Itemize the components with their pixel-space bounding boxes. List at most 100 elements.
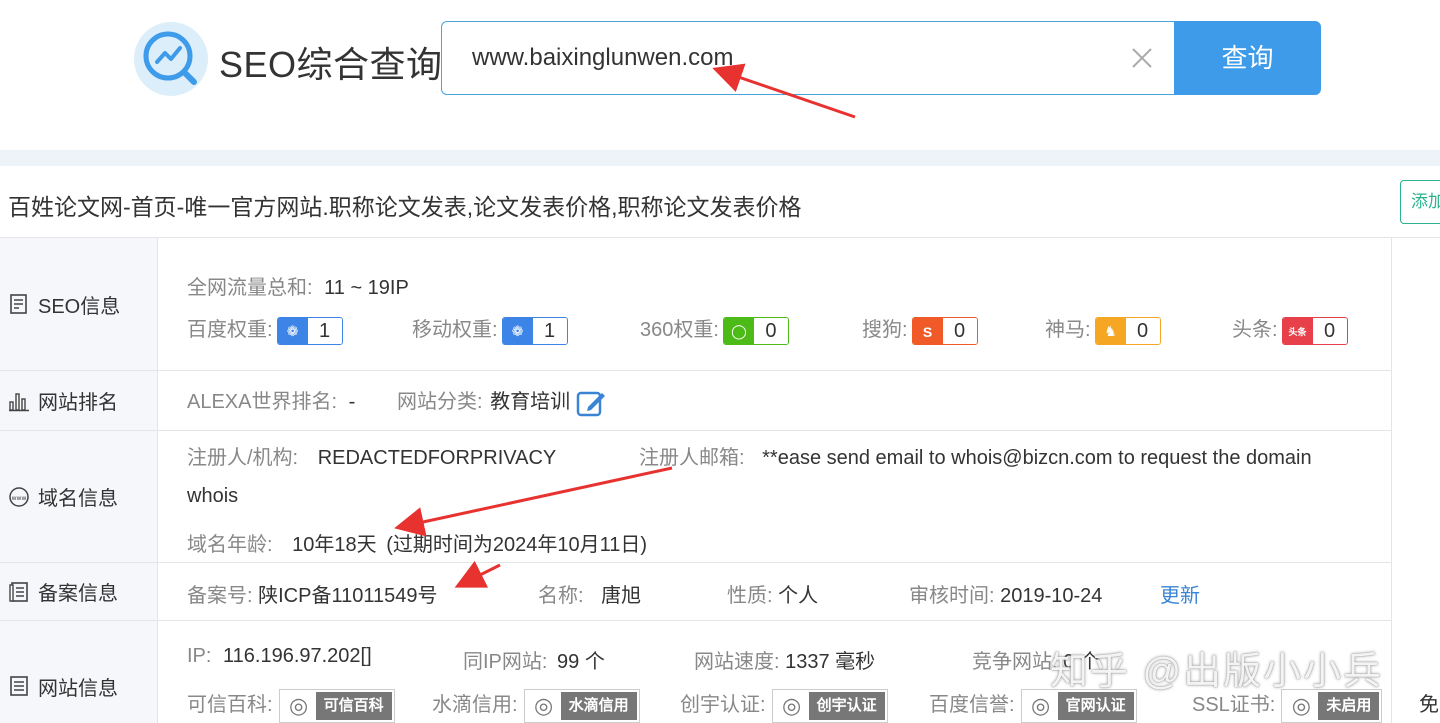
paw-icon: ❁ — [277, 317, 308, 344]
same-ip-value: 99 个 — [557, 651, 605, 673]
cert-icon: ◎ — [533, 692, 554, 718]
头条-icon: 头条 — [1282, 317, 1313, 344]
seo-info-text: SEO信息 — [38, 295, 121, 318]
edit-icon[interactable] — [576, 389, 606, 417]
weight-item: 移动权重: ❁ 1 — [412, 313, 568, 345]
expire-value: (过期时间为2024年10月11日) — [386, 534, 648, 556]
weight-item: 360权重: ◯ 0 — [640, 313, 789, 345]
update-link[interactable]: 更新 — [1160, 579, 1200, 608]
icp-name: 名称: 唐旭 — [538, 579, 641, 608]
site-speed: 网站速度: 1337 毫秒 — [694, 645, 875, 674]
icp-number-value: 陕ICP备11011549号 — [258, 585, 438, 607]
weight-label: 百度权重: — [187, 319, 273, 341]
rank-text: 网站排名 — [38, 392, 118, 414]
weight-label: 移动权重: — [412, 319, 498, 341]
seo-info-row: SEO信息 全网流量总和: 11 ~ 19IP 百度权重: ❁ 1 移动权重: ❁ 1 36… — [0, 238, 1392, 371]
divider — [0, 150, 1440, 166]
watermark: 知乎 @出版小小兵 — [1050, 651, 1384, 693]
seo-logo-icon — [134, 22, 208, 96]
weight-badge[interactable]: ♞ 0 — [1094, 316, 1161, 345]
cert-label: 水滴信用: — [432, 694, 518, 716]
registrant-email: 注册人邮箱: **ease send email to whois@bizcn.… — [639, 441, 1312, 470]
brand-title: SEO综合查询 — [219, 44, 443, 85]
site-title-row: 百姓论文网-首页-唯一官方网站.职称论文发表,论文发表价格,职称论文发表价格 — [0, 166, 1440, 238]
weight-label: 360权重: — [640, 319, 719, 341]
icp-review-label: 审核时间: — [909, 585, 995, 607]
search-input[interactable]: www.baixinglunwen.com — [441, 21, 1175, 95]
weight-value: 0 — [1312, 317, 1347, 344]
weight-value: 0 — [753, 317, 788, 344]
weight-item: 百度权重: ❁ 1 — [187, 313, 343, 345]
icp-nature-label: 性质: — [727, 585, 773, 607]
weight-badge[interactable]: ❁ 1 — [276, 316, 343, 345]
ip-value: 116.196.97.202[] — [223, 645, 372, 667]
cert-badge[interactable]: ◎ 可信百科 — [278, 688, 395, 723]
cert-badge[interactable]: ◎ 创宇认证 — [771, 688, 888, 723]
web-info-text: 网站信息 — [38, 677, 118, 700]
bar-chart-icon — [9, 392, 29, 411]
traffic-label: 全网流量总和: — [187, 277, 313, 299]
svg-text:www: www — [12, 495, 27, 502]
cert-icon: ◎ — [288, 692, 309, 718]
search-button[interactable]: 查询 — [1174, 21, 1321, 95]
domain-age: 域名年龄: 10年18天 (过期时间为2024年10月11日) — [187, 528, 647, 557]
weight-label: 神马: — [1045, 319, 1091, 341]
icp-nature: 性质: 个人 — [727, 579, 818, 608]
weight-label: 搜狗: — [862, 319, 908, 341]
ip-label: IP: — [187, 645, 212, 667]
domain-text: 域名信息 — [38, 488, 118, 510]
weight-badge[interactable]: ❁ 1 — [501, 316, 568, 345]
cert-trailing-text: 免 — [1419, 694, 1439, 716]
cert-icon: ◎ — [1291, 692, 1311, 718]
cert-tag: 水滴信用 — [560, 691, 637, 720]
category-value: 教育培训 — [490, 391, 571, 413]
alexa-rank: ALEXA世界排名: - — [187, 385, 355, 414]
email-value: **ease send email to whois@bizcn.com to … — [762, 447, 1312, 469]
close-icon[interactable] — [1131, 47, 1153, 69]
weight-item: 头条: 头条 0 — [1232, 313, 1348, 345]
cert-icon: ◎ — [1030, 692, 1051, 718]
registrant-label: 注册人/机构: — [187, 447, 299, 469]
weight-badge[interactable]: ◯ 0 — [722, 316, 789, 345]
age-label: 域名年龄: — [187, 534, 273, 556]
weight-badge[interactable]: S0 — [911, 316, 978, 345]
icp-number-label: 备案号: — [187, 585, 253, 607]
site-title: 百姓论文网-首页-唯一官方网站.职称论文发表,论文发表价格,职称论文发表价格 — [8, 194, 802, 220]
icp-review-value: 2019-10-24 — [1000, 585, 1103, 607]
speed-value: 1337 毫秒 — [785, 651, 876, 673]
document-icon — [10, 294, 27, 314]
cert-label: 百度信誉: — [929, 694, 1015, 716]
domain-label: www 域名信息 — [0, 431, 158, 562]
weight-value: 0 — [1125, 317, 1160, 344]
horse-icon: ♞ — [1095, 317, 1126, 344]
globe-icon: www — [9, 486, 29, 507]
paw-icon: ❁ — [502, 317, 533, 344]
file-list-icon — [9, 581, 28, 602]
icp-label: 备案信息 — [0, 563, 158, 620]
cert-tag: 官网认证 — [1057, 691, 1134, 720]
icp-number: 备案号: 陕ICP备11011549号 — [187, 579, 437, 608]
cert-item: 可信百科: ◎ 可信百科 — [187, 688, 395, 723]
weight-item: 搜狗: S 0 — [862, 313, 978, 345]
cert-label: 可信百科: — [187, 694, 273, 716]
email-value-wrap: whois — [187, 485, 239, 507]
360-icon: ◯ — [723, 317, 754, 344]
cert-item: 创宇认证: ◎ 创宇认证 — [680, 688, 888, 723]
divider — [1391, 238, 1392, 723]
weight-badge[interactable]: 头条 0 — [1281, 316, 1348, 345]
add-button[interactable]: 添加 — [1400, 180, 1440, 224]
weight-label: 头条: — [1232, 319, 1278, 341]
search-input-value[interactable]: www.baixinglunwen.com — [472, 44, 733, 72]
domain-row: www 域名信息 注册人/机构: REDACTEDFORPRIVACY 注册人邮… — [0, 431, 1392, 563]
age-value: 10年18天 — [292, 534, 377, 556]
rank-row: 网站排名 ALEXA世界排名: - 网站分类: 教育培训 — [0, 371, 1392, 431]
web-info-label: 网站信息 — [0, 621, 158, 723]
weight-item: 神马: ♞ 0 — [1045, 313, 1161, 345]
cert-item: 水滴信用: ◎ 水滴信用 — [432, 688, 640, 723]
site-category: 网站分类: 教育培训 — [397, 385, 606, 417]
weights-list: 百度权重: ❁ 1 移动权重: ❁ 1 360权重: ◯ 0 搜狗: S 0 神马: ♞ 0 头条: 头条 0 — [187, 313, 1377, 347]
cert-badge[interactable]: ◎ 水滴信用 — [523, 688, 640, 723]
same-ip-label: 同IP网站: — [463, 651, 548, 673]
S-icon: S — [912, 317, 943, 344]
cert-icon: ◎ — [781, 692, 802, 718]
